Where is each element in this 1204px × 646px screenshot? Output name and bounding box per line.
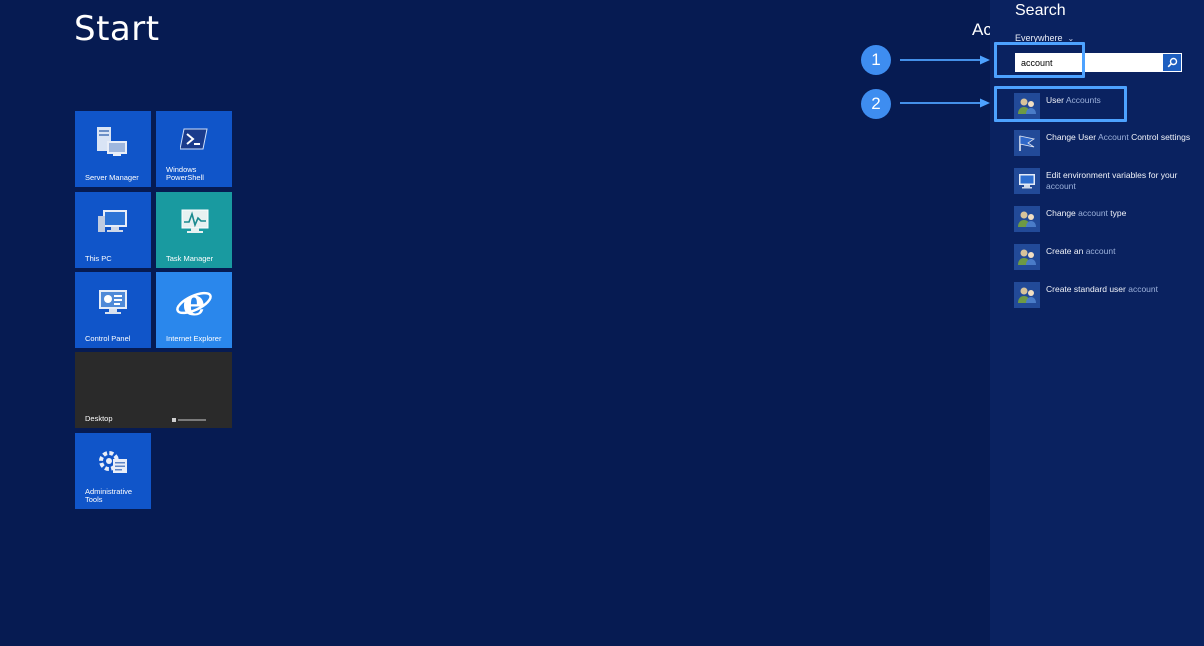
search-result-item[interactable]: Change account type	[1014, 206, 1194, 238]
tile-label: Administrative Tools	[85, 487, 133, 504]
tile-windows-powershell[interactable]: Windows PowerShell	[156, 111, 232, 187]
search-result-label: Create an account	[1046, 246, 1116, 256]
tile-internet-explorer[interactable]: e Internet Explorer	[156, 272, 232, 348]
tile-label: Server Manager	[85, 173, 139, 182]
server-manager-icon	[95, 125, 131, 164]
tile-label: Internet Explorer	[166, 334, 222, 343]
svg-text:e: e	[183, 284, 206, 322]
tile-label: Task Manager	[166, 254, 214, 263]
tile-label: Desktop	[85, 414, 113, 423]
task-manager-icon	[180, 208, 210, 241]
search-icon	[1167, 57, 1177, 68]
search-result-label: Create standard user account	[1046, 284, 1158, 294]
step-badge-1: 1	[861, 45, 891, 75]
callout-box-user-accounts	[994, 86, 1127, 122]
uac-flag-icon	[1014, 130, 1040, 156]
powershell-icon	[179, 127, 208, 156]
search-result-item[interactable]: Edit environment variables for your acco…	[1014, 168, 1194, 200]
search-result-label: Edit environment variables for your acco…	[1046, 170, 1178, 191]
administrative-tools-icon	[97, 447, 129, 482]
tile-label: Windows PowerShell	[166, 165, 204, 182]
step-badge-2: 2	[861, 89, 891, 119]
tile-label: This PC	[85, 254, 112, 263]
search-result-item[interactable]: Change User Account Control settings	[1014, 130, 1194, 162]
search-title: Search	[1015, 2, 1066, 19]
user-account-name[interactable]: Ac	[972, 20, 992, 40]
search-result-item[interactable]: Create an account	[1014, 244, 1194, 276]
user-accounts-icon	[1014, 206, 1040, 232]
user-accounts-icon	[1014, 282, 1040, 308]
search-result-label: Change User Account Control settings	[1046, 132, 1191, 142]
this-pc-icon	[97, 208, 129, 243]
arrow-icon	[900, 55, 990, 65]
callout-box-search-input	[994, 42, 1085, 78]
tile-control-panel[interactable]: Control Panel	[75, 272, 151, 348]
system-properties-icon	[1014, 168, 1040, 194]
tile-server-manager[interactable]: Server Manager	[75, 111, 151, 187]
tile-administrative-tools[interactable]: Administrative Tools	[75, 433, 151, 509]
search-result-label: Change account type	[1046, 208, 1127, 218]
start-title: Start	[74, 9, 160, 49]
start-screen: Start Ac Server Manager Windows PowerShe…	[0, 0, 1204, 646]
arrow-icon	[900, 98, 990, 108]
search-result-item[interactable]: Create standard user account	[1014, 282, 1194, 314]
user-accounts-icon	[1014, 244, 1040, 270]
control-panel-icon	[97, 288, 129, 323]
tile-this-pc[interactable]: This PC	[75, 192, 151, 268]
internet-explorer-icon: e	[174, 282, 214, 327]
search-button[interactable]	[1162, 53, 1182, 72]
tile-label: Control Panel	[85, 334, 131, 343]
tile-task-manager[interactable]: Task Manager	[156, 192, 232, 268]
tile-desktop[interactable]: Desktop	[75, 352, 232, 428]
